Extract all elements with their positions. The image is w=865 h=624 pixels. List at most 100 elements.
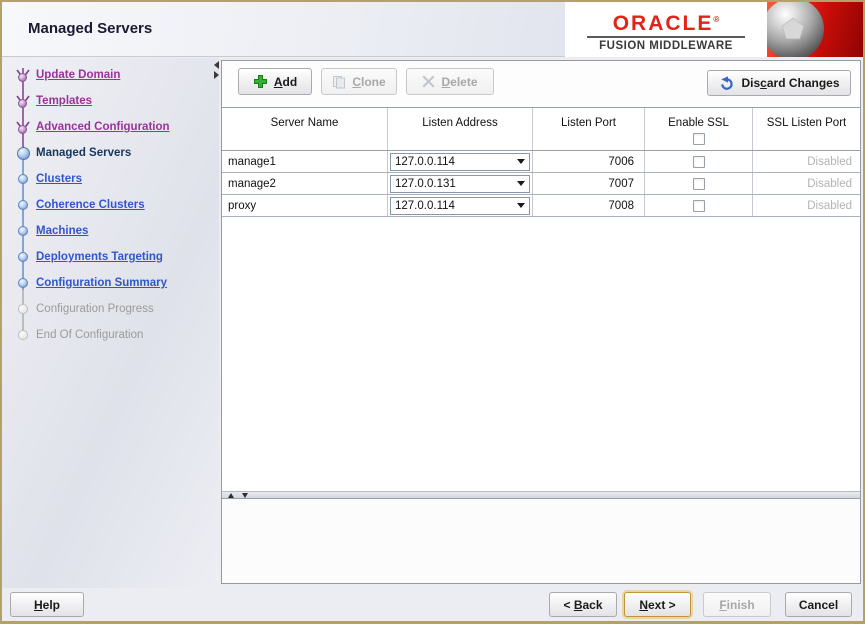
table-row[interactable]: proxy 127.0.0.114 7008 Disabled [222,195,860,217]
panel-splitter-handle[interactable] [212,59,220,81]
cancel-button[interactable]: Cancel [785,592,852,617]
footer-bar: Help < Back Next > Finish Cancel [2,588,863,621]
dropdown-arrow-icon [517,181,525,186]
column-header-ssl-listen-port[interactable]: SSL Listen Port [753,108,860,150]
undo-arrow-icon [721,75,734,90]
listen-address-value: 127.0.0.114 [395,155,455,168]
sidebar-item-deployments-targeting[interactable]: Deployments Targeting [2,244,219,270]
ssl-listen-port-cell: Disabled [807,177,852,190]
table-toolbar: Add Clone Delete Discard Changes [222,61,860,106]
collapse-left-icon [213,61,219,69]
enable-ssl-checkbox[interactable] [692,177,705,190]
clone-button-label: Clone [352,74,386,89]
delete-button: Delete [406,68,494,95]
server-name-cell[interactable]: manage1 [222,151,388,172]
enable-ssl-checkbox[interactable] [692,199,705,212]
listen-address-cell: 127.0.0.131 [388,173,533,194]
sidebar-item-label: Templates [36,95,93,107]
sidebar-item-machines[interactable]: Machines [2,218,219,244]
enable-ssl-checkbox[interactable] [692,155,705,168]
visited-step-icon [13,67,33,83]
wizard-window: Managed Servers ORACLE® FUSION MIDDLEWAR… [0,0,865,624]
cancel-button-label: Cancel [798,597,839,612]
help-button[interactable]: Help [10,592,84,617]
column-header-enable-ssl[interactable]: Enable SSL [645,108,753,150]
sidebar-item-configuration-progress: Configuration Progress [2,296,219,322]
sidebar-item-coherence-clusters[interactable]: Coherence Clusters [2,192,219,218]
listen-address-select[interactable]: 127.0.0.114 [390,196,530,215]
next-button-label: Next > [639,597,676,612]
oracle-wordmark-text: ORACLE [612,11,714,35]
listen-address-select[interactable]: 127.0.0.114 [390,152,530,171]
sidebar-item-advanced-configuration[interactable]: Advanced Configuration [2,114,219,140]
listen-address-value: 127.0.0.131 [395,177,456,190]
sidebar-item-label: Update Domain [36,69,121,81]
sidebar-item-label: Deployments Targeting [36,251,163,263]
listen-port-cell[interactable]: 7007 [533,173,645,194]
finish-button-label: Finish [719,597,755,612]
sidebar-item-label: Managed Servers [36,147,132,159]
table-row[interactable]: manage1 127.0.0.114 7006 Disabled [222,151,860,173]
sphere-icon [767,2,824,57]
logo-divider [587,35,745,38]
sidebar-item-update-domain[interactable]: Update Domain [2,62,219,88]
next-button[interactable]: Next > [624,592,691,617]
sidebar-item-label: Advanced Configuration [36,121,170,133]
disabled-step-icon [13,327,33,343]
future-step-icon [13,275,33,291]
dropdown-arrow-icon [517,203,525,208]
copy-icon [333,75,346,88]
sidebar-item-templates[interactable]: Templates [2,88,219,114]
discard-button-label: Discard Changes [741,76,840,90]
back-button[interactable]: < Back [549,592,617,617]
listen-port-cell[interactable]: 7006 [533,151,645,172]
column-header-label: Listen Port [561,117,616,129]
enable-ssl-cell [645,173,753,194]
listen-port-cell[interactable]: 7008 [533,195,645,216]
message-splitter-handle[interactable] [222,491,860,499]
future-step-icon [13,197,33,213]
sidebar-item-label: Machines [36,225,89,237]
column-header-listen-port[interactable]: Listen Port [533,108,645,150]
column-header-label: SSL Listen Port [766,117,847,129]
splitter-up-icon [228,492,234,498]
registered-mark: ® [713,14,720,24]
table-row[interactable]: manage2 127.0.0.131 7007 Disabled [222,173,860,195]
splitter-down-icon [242,492,248,498]
oracle-wordmark: ORACLE® [613,10,720,34]
message-area [222,499,860,583]
sidebar-item-managed-servers[interactable]: Managed Servers [2,140,219,166]
finish-button: Finish [703,592,771,617]
sidebar-item-end-of-configuration: End Of Configuration [2,322,219,348]
oracle-logo: ORACLE® FUSION MIDDLEWARE [565,2,767,57]
sidebar-item-label: Configuration Progress [36,303,154,315]
dropdown-arrow-icon [517,159,525,164]
listen-address-select[interactable]: 127.0.0.131 [390,174,530,193]
add-button[interactable]: Add [238,68,312,95]
wizard-step-sidebar: Update Domain Templates Advanced Configu… [2,58,219,588]
sidebar-item-clusters[interactable]: Clusters [2,166,219,192]
current-step-icon [13,145,33,161]
clone-button: Clone [321,68,397,95]
enable-ssl-all-checkbox[interactable] [692,133,705,145]
servers-table: Server Name Listen Address Listen Port E… [222,107,860,217]
server-name-cell[interactable]: proxy [222,195,388,216]
visited-step-icon [13,119,33,135]
column-header-label: Enable SSL [668,117,729,129]
oracle-sphere-graphic [767,2,863,57]
discard-changes-button[interactable]: Discard Changes [707,70,851,96]
add-button-label: Add [273,74,298,89]
server-name-cell[interactable]: manage2 [222,173,388,194]
delete-button-label: Delete [441,74,478,89]
listen-address-cell: 127.0.0.114 [388,151,533,172]
plus-icon [253,75,267,88]
listen-address-cell: 127.0.0.114 [388,195,533,216]
column-header-server-name[interactable]: Server Name [222,108,388,150]
column-header-listen-address[interactable]: Listen Address [388,108,533,150]
back-button-label: < Back [563,597,603,612]
ssl-listen-port-cell: Disabled [807,155,852,168]
sidebar-item-configuration-summary[interactable]: Configuration Summary [2,270,219,296]
enable-ssl-cell [645,195,753,216]
disabled-step-icon [13,301,33,317]
x-icon [422,75,435,88]
